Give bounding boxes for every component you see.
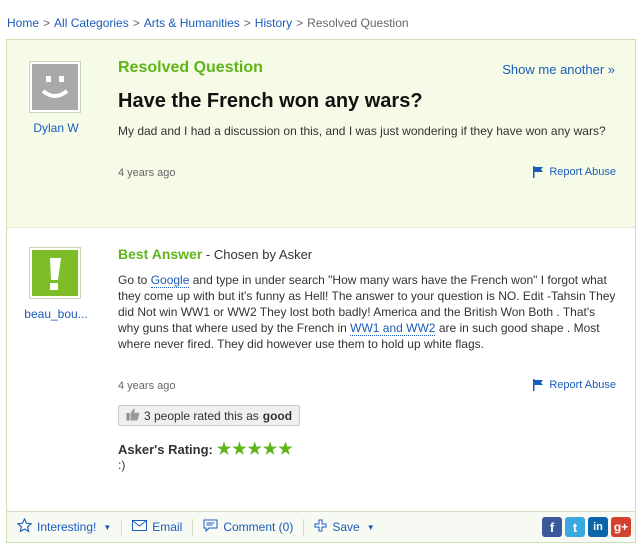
save-button[interactable]: Save ▼: [304, 512, 384, 543]
plus-icon: [314, 519, 327, 535]
show-another-link[interactable]: Show me another »: [502, 62, 615, 77]
rated-value: good: [262, 408, 293, 423]
comment-button[interactable]: Comment (0): [193, 512, 303, 543]
best-answer-header: Best Answer - Chosen by Asker: [118, 246, 312, 262]
breadcrumb-separator: >: [43, 16, 51, 30]
star-outline-icon: [16, 517, 33, 536]
askers-rating: Asker's Rating: ★★★★★: [118, 439, 294, 459]
question-status: Resolved Question: [118, 59, 263, 76]
rated-good-button[interactable]: 3 people rated this as good: [118, 405, 301, 426]
question-time: 4 years ago: [118, 167, 176, 179]
twitter-icon[interactable]: t: [565, 517, 585, 537]
answerer-name-link[interactable]: beau_bou...: [21, 307, 91, 321]
chevron-down-icon: ▼: [366, 522, 375, 532]
flag-icon: [532, 379, 544, 391]
google-link[interactable]: Google: [150, 273, 190, 288]
exclamation-avatar-icon: [32, 250, 78, 296]
question-title: Have the French won any wars?: [118, 90, 423, 112]
action-toolbar: Interesting! ▼ Email Comment (0) Save ▼: [7, 511, 635, 542]
section-divider: [7, 227, 635, 228]
envelope-icon: [132, 520, 148, 534]
breadcrumb-separator: >: [243, 16, 251, 30]
speech-bubble-icon: [203, 519, 218, 535]
askers-rating-label: Asker's Rating:: [118, 441, 213, 457]
chevron-down-icon: ▼: [103, 522, 112, 532]
star-rating-icon: ★★★★★: [216, 441, 294, 458]
answerer-avatar[interactable]: [29, 247, 81, 299]
breadcrumb-all-categories[interactable]: All Categories: [54, 16, 129, 30]
email-button[interactable]: Email: [122, 512, 192, 543]
breadcrumb-home[interactable]: Home: [7, 16, 39, 30]
report-abuse-label: Report Abuse: [549, 166, 616, 178]
breadcrumb-arts-humanities[interactable]: Arts & Humanities: [144, 16, 240, 30]
qa-container: Dylan W Resolved Question Show me anothe…: [6, 39, 636, 543]
rated-prefix: 3 people rated this as: [144, 408, 259, 423]
rating-comment: :): [118, 458, 126, 472]
question-section: Dylan W Resolved Question Show me anothe…: [7, 40, 635, 227]
breadcrumb-history[interactable]: History: [255, 16, 292, 30]
flag-icon: [532, 166, 544, 178]
social-share-icons: f t in g+: [542, 517, 635, 537]
linkedin-icon[interactable]: in: [588, 517, 608, 537]
answer-body: Go to Google and type in under search "H…: [118, 272, 618, 352]
comment-label: Comment (0): [223, 520, 294, 534]
interesting-button[interactable]: Interesting! ▼: [7, 512, 121, 543]
smiley-avatar-icon: [32, 64, 78, 110]
breadcrumb-separator: >: [296, 16, 304, 30]
best-answer-label: Best Answer: [118, 246, 203, 262]
asker-avatar[interactable]: [29, 61, 81, 113]
interesting-label: Interesting!: [37, 520, 97, 534]
report-abuse-question[interactable]: Report Abuse: [532, 166, 616, 178]
thumbs-up-icon: [126, 408, 140, 424]
answer-time: 4 years ago: [118, 380, 176, 392]
asker-name-link[interactable]: Dylan W: [21, 121, 91, 135]
breadcrumb: Home > All Categories > Arts & Humanities > Hi…: [7, 16, 409, 30]
chosen-by-label: - Chosen by Asker: [202, 247, 313, 262]
ww1-ww2-link[interactable]: WW1 and WW2: [350, 321, 436, 336]
report-abuse-answer[interactable]: Report Abuse: [532, 379, 616, 391]
answer-text: Go to: [118, 273, 151, 287]
report-abuse-label: Report Abuse: [549, 379, 616, 391]
breadcrumb-current: Resolved Question: [307, 16, 409, 30]
save-label: Save: [332, 520, 360, 534]
facebook-icon[interactable]: f: [542, 517, 562, 537]
google-plus-icon[interactable]: g+: [611, 517, 631, 537]
breadcrumb-separator: >: [132, 16, 140, 30]
question-body: My dad and I had a discussion on this, a…: [118, 124, 606, 138]
email-label: Email: [152, 520, 183, 534]
